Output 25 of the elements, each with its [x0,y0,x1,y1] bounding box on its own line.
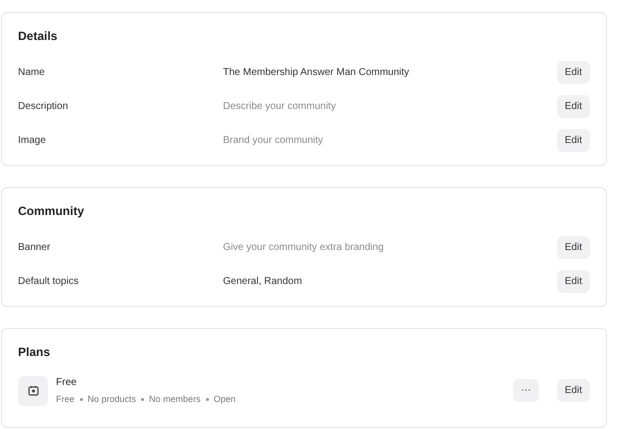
field-value: General, Random [223,274,303,288]
edit-button[interactable]: Edit [556,236,590,258]
edit-button[interactable]: Edit [556,379,590,402]
field-value: Brand your community [223,134,324,148]
plan-detail: Open [214,393,236,406]
edit-button[interactable]: Edit [556,94,590,118]
field-label: Description [18,100,70,114]
field-value: The Membership Answer Man Community [223,66,410,80]
field-label: Banner [18,240,52,254]
plan-detail: Free [56,393,75,406]
edit-button[interactable]: Edit [556,128,590,152]
more-button[interactable]: ⋯ [512,379,539,402]
plan-detail: No members [149,393,201,406]
field-label: Image [18,134,47,148]
section-title: Details [18,28,58,45]
plan-detail: No products [88,393,136,406]
section-title: Plans [18,344,52,361]
field-value: Describe your community [223,100,337,114]
edit-button[interactable]: Edit [556,270,590,292]
section-title: Community [18,203,85,220]
field-label: Name [18,66,46,80]
field-value: Give your community extra branding [223,240,385,254]
plan-name: Free [56,376,78,390]
field-label: Default topics [18,274,80,288]
edit-button[interactable]: Edit [556,60,590,84]
